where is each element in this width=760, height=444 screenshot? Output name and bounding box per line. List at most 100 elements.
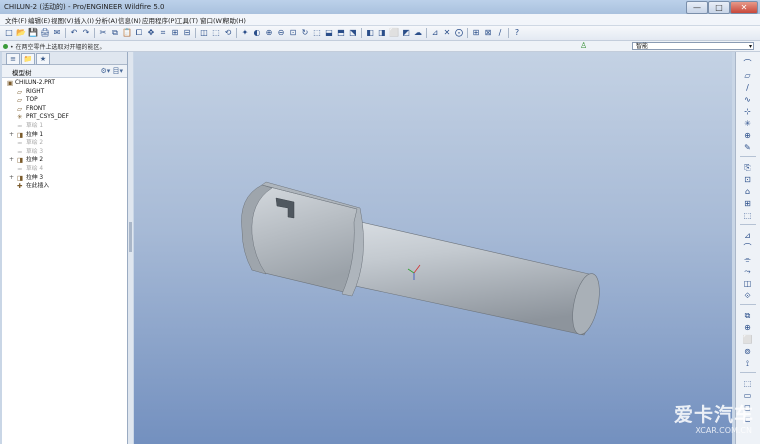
head-block[interactable] bbox=[241, 181, 364, 297]
toolbar-button-30-icon[interactable]: ⬜ bbox=[389, 28, 399, 38]
expand-icon[interactable]: + bbox=[9, 156, 14, 164]
toolbar-button-18-icon[interactable]: ✦ bbox=[240, 28, 250, 38]
toolbar-button-14-icon[interactable]: ⊟ bbox=[182, 28, 192, 38]
toolbar-button-19-icon[interactable]: ◐ bbox=[252, 28, 262, 38]
menu-item-8[interactable]: 窗口(W) bbox=[200, 15, 225, 25]
toolbar-button-20-icon[interactable]: ⊕ bbox=[264, 28, 274, 38]
feature-toolbar: ⌒ ▱ ∕ ∿ ⊹ ✳ ⊕ ✎ ⎘ ⊡ ⌂ ⊞ ⬚ ⊿ ⌒ ⌯ ⤳ ◫ ⟐ ⧉ ⊕ ⬜ ⊚ ⟟ ⬚ ▭ ◻ ⊏ bbox=[735, 52, 760, 444]
feature-tool-12-icon[interactable]: ⬚ bbox=[742, 210, 753, 221]
toolbar-button-0-icon[interactable]: □ bbox=[4, 28, 14, 38]
feature-tool-14-icon[interactable]: ⌒ bbox=[742, 242, 753, 253]
smart-select-dropdown[interactable]: 智能 ▾ bbox=[632, 42, 754, 50]
toolbar-button-35-icon[interactable]: ⨀ bbox=[454, 28, 464, 38]
toolbar-separator bbox=[236, 28, 237, 38]
close-button[interactable]: ✕ bbox=[730, 1, 758, 14]
feature-tool-24-icon[interactable]: ⬚ bbox=[742, 378, 753, 389]
toolbar-button-33-icon[interactable]: ⊿ bbox=[430, 28, 440, 38]
menu-item-1[interactable]: 编辑(E) bbox=[28, 15, 50, 25]
feature-tool-19-icon[interactable]: ⧉ bbox=[742, 310, 753, 321]
toolbar-button-7-icon[interactable]: ✂ bbox=[98, 28, 108, 38]
feature-tool-21-icon[interactable]: ⬜ bbox=[742, 334, 753, 345]
feature-tool-10-icon[interactable]: ⌂ bbox=[742, 186, 753, 197]
feature-tool-20-icon[interactable]: ⊕ bbox=[742, 322, 753, 333]
toolbar-button-12-icon[interactable]: ⌗ bbox=[158, 28, 168, 38]
toolbar-button-23-icon[interactable]: ↻ bbox=[300, 28, 310, 38]
tree-settings-button[interactable]: ⚙▾ 目▾ bbox=[100, 66, 123, 76]
feature-tool-15-icon[interactable]: ⌯ bbox=[742, 254, 753, 265]
toolbar-button-31-icon[interactable]: ◩ bbox=[401, 28, 411, 38]
filter-icon[interactable]: ♙ bbox=[580, 41, 587, 50]
panel-splitter[interactable] bbox=[128, 52, 133, 444]
shaft-body[interactable] bbox=[345, 219, 604, 337]
expand-icon[interactable]: + bbox=[9, 174, 14, 182]
feature-tool-2-icon[interactable]: ∕ bbox=[742, 82, 753, 93]
toolbar-button-27-icon[interactable]: ⬔ bbox=[348, 28, 358, 38]
feature-tool-3-icon[interactable]: ∿ bbox=[742, 94, 753, 105]
feature-tool-7-icon[interactable]: ✎ bbox=[742, 142, 753, 153]
toolbar-button-24-icon[interactable]: ⬚ bbox=[312, 28, 322, 38]
feature-tool-1-icon[interactable]: ▱ bbox=[742, 70, 753, 81]
toolbar-button-21-icon[interactable]: ⊖ bbox=[276, 28, 286, 38]
toolbar-button-5-icon[interactable]: ↶ bbox=[69, 28, 79, 38]
toolbar-button-11-icon[interactable]: ✥ bbox=[146, 28, 156, 38]
feature-tool-8-icon[interactable]: ⎘ bbox=[742, 162, 753, 173]
feature-tool-16-icon[interactable]: ⤳ bbox=[742, 266, 753, 277]
tab-model-tree[interactable]: ≡ bbox=[6, 53, 20, 65]
feature-tool-11-icon[interactable]: ⊞ bbox=[742, 198, 753, 209]
model-render[interactable] bbox=[134, 52, 732, 444]
toolbar-button-26-icon[interactable]: ⬒ bbox=[336, 28, 346, 38]
feature-icon: ≈ bbox=[17, 122, 23, 130]
toolbar-button-38-icon[interactable]: ∕ bbox=[495, 28, 505, 38]
toolbar-button-13-icon[interactable]: ⊞ bbox=[170, 28, 180, 38]
toolbar-button-9-icon[interactable]: 📋 bbox=[122, 28, 132, 38]
feature-tool-4-icon[interactable]: ⊹ bbox=[742, 106, 753, 117]
toolbar-button-16-icon[interactable]: ⬚ bbox=[211, 28, 221, 38]
feature-icon: ◨ bbox=[17, 130, 24, 139]
feature-tool-13-icon[interactable]: ⊿ bbox=[742, 230, 753, 241]
menu-item-0[interactable]: 文件(F) bbox=[5, 15, 27, 25]
toolbar-button-4-icon[interactable]: ✉ bbox=[52, 28, 62, 38]
feature-tool-23-icon[interactable]: ⟟ bbox=[742, 358, 753, 369]
menu-item-6[interactable]: 应用程序(P) bbox=[142, 15, 177, 25]
toolbar-button-6-icon[interactable]: ↷ bbox=[81, 28, 91, 38]
toolbar-button-37-icon[interactable]: ⊠ bbox=[483, 28, 493, 38]
toolbar-button-29-icon[interactable]: ◨ bbox=[377, 28, 387, 38]
feature-tool-22-icon[interactable]: ⊚ bbox=[742, 346, 753, 357]
feature-tool-17-icon[interactable]: ◫ bbox=[742, 278, 753, 289]
menu-item-5[interactable]: 信息(N) bbox=[118, 15, 141, 25]
tab-favorites[interactable]: ★ bbox=[36, 53, 50, 65]
toolbar-button-22-icon[interactable]: ⊡ bbox=[288, 28, 298, 38]
toolbar-button-36-icon[interactable]: ⊞ bbox=[471, 28, 481, 38]
menu-item-3[interactable]: 插入(I) bbox=[74, 15, 94, 25]
feature-tool-0-icon[interactable]: ⌒ bbox=[742, 58, 753, 69]
minimize-button[interactable]: — bbox=[686, 1, 708, 14]
toolbar-button-34-icon[interactable]: ✕ bbox=[442, 28, 452, 38]
toolbar-button-3-icon[interactable]: 🖨 bbox=[40, 28, 50, 38]
menu-item-2[interactable]: 视图(V) bbox=[51, 15, 74, 25]
graphics-viewport[interactable] bbox=[134, 52, 732, 444]
toolbar-button-1-icon[interactable]: 📂 bbox=[16, 28, 26, 38]
feature-tool-9-icon[interactable]: ⊡ bbox=[742, 174, 753, 185]
tree-node-label: TOP bbox=[26, 97, 38, 104]
feature-tool-6-icon[interactable]: ⊕ bbox=[742, 130, 753, 141]
toolbar-button-32-icon[interactable]: ☁ bbox=[413, 28, 423, 38]
toolbar-button-17-icon[interactable]: ⟲ bbox=[223, 28, 233, 38]
feature-tool-5-icon[interactable]: ✳ bbox=[742, 118, 753, 129]
menu-item-9[interactable]: 帮助(H) bbox=[223, 15, 246, 25]
feature-icon: ≈ bbox=[17, 165, 23, 173]
toolbar-button-15-icon[interactable]: ◫ bbox=[199, 28, 209, 38]
toolbar-button-10-icon[interactable]: ⧠ bbox=[134, 28, 144, 38]
maximize-button[interactable]: □ bbox=[708, 1, 730, 14]
menu-item-7[interactable]: 工具(T) bbox=[176, 15, 198, 25]
menu-item-4[interactable]: 分析(A) bbox=[95, 15, 118, 25]
toolbar-button-28-icon[interactable]: ◧ bbox=[365, 28, 375, 38]
toolbar-button-39-icon[interactable]: ? bbox=[512, 28, 522, 38]
splitter-grip[interactable] bbox=[129, 222, 132, 252]
feature-tool-18-icon[interactable]: ⟐ bbox=[742, 290, 753, 301]
toolbar-button-8-icon[interactable]: ⧉ bbox=[110, 28, 120, 38]
toolbar-button-25-icon[interactable]: ⬓ bbox=[324, 28, 334, 38]
feature-icon: ✳ bbox=[17, 113, 23, 122]
toolbar-button-2-icon[interactable]: 💾 bbox=[28, 28, 38, 38]
tab-folder-browser[interactable]: 📁 bbox=[21, 53, 35, 65]
expand-icon[interactable]: + bbox=[9, 131, 14, 139]
